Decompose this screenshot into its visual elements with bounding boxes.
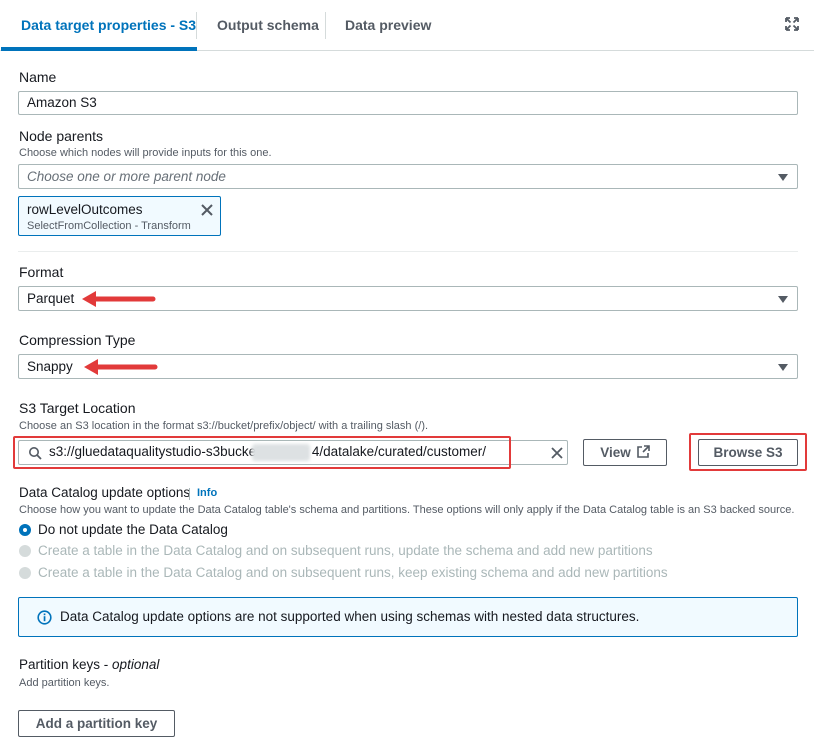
compression-value: Snappy — [27, 359, 73, 374]
partition-optional: optional — [112, 657, 160, 672]
compression-label: Compression Type — [19, 332, 136, 348]
format-label: Format — [19, 264, 64, 280]
external-link-icon — [636, 445, 650, 459]
info-icon — [37, 610, 52, 625]
tab-divider — [196, 12, 197, 39]
dropdown-caret-icon — [778, 174, 788, 181]
tab-data-target-properties[interactable]: Data target properties - S3 — [21, 0, 196, 51]
node-parents-description: Choose which nodes will provide inputs f… — [19, 147, 272, 159]
node-parents-select[interactable]: Choose one or more parent node — [18, 164, 798, 189]
partition-keys-label: Partition keys - optional — [19, 657, 160, 672]
radio-disabled — [19, 545, 31, 557]
catalog-label: Data Catalog update options — [19, 485, 191, 500]
clear-icon[interactable] — [550, 446, 564, 460]
name-label: Name — [19, 69, 57, 85]
token-title: rowLevelOutcomes — [27, 202, 143, 217]
token-subtitle: SelectFromCollection - Transform — [27, 220, 191, 232]
expand-icon[interactable] — [785, 17, 799, 31]
catalog-option-label: Do not update the Data Catalog — [38, 522, 228, 537]
arrow-annotation-icon — [84, 359, 158, 375]
partition-keys-title: Partition keys — [19, 657, 101, 672]
view-button-label: View — [600, 445, 631, 460]
dropdown-caret-icon — [778, 364, 788, 371]
arrow-annotation-icon — [82, 291, 156, 307]
radio-disabled — [19, 567, 31, 579]
info-link[interactable]: Info — [197, 487, 217, 499]
add-partition-key-button[interactable]: Add a partition key — [18, 710, 175, 737]
remove-icon[interactable] — [200, 203, 214, 217]
partition-keys-description: Add partition keys. — [19, 677, 110, 689]
node-parents-label: Node parents — [19, 128, 104, 144]
format-value: Parquet — [27, 291, 75, 306]
name-input[interactable]: Amazon S3 — [18, 91, 798, 115]
tab-divider — [325, 12, 326, 39]
alert-text: Data Catalog update options are not supp… — [60, 609, 640, 624]
active-tab-indicator — [1, 47, 197, 51]
parent-node-token: rowLevelOutcomes SelectFromCollection - … — [18, 196, 221, 236]
highlight-box — [689, 433, 807, 471]
dropdown-caret-icon — [778, 296, 788, 303]
highlight-box — [13, 436, 511, 469]
tab-output-schema[interactable]: Output schema — [217, 0, 319, 51]
tab-data-preview[interactable]: Data preview — [345, 0, 431, 51]
s3-target-label: S3 Target Location — [19, 400, 136, 416]
catalog-option-label: Create a table in the Data Catalog and o… — [38, 565, 668, 580]
info-alert: Data Catalog update options are not supp… — [18, 597, 798, 637]
s3-target-description: Choose an S3 location in the format s3:/… — [19, 420, 429, 432]
section-divider — [18, 251, 798, 252]
node-parents-placeholder: Choose one or more parent node — [27, 169, 226, 184]
tab-bar: Data target properties - S3 Output schem… — [0, 0, 814, 51]
catalog-option-label: Create a table in the Data Catalog and o… — [38, 543, 653, 558]
radio-selected[interactable] — [19, 524, 31, 536]
catalog-description: Choose how you want to update the Data C… — [19, 504, 795, 516]
info-separator — [189, 488, 190, 500]
view-button[interactable]: View — [583, 439, 667, 466]
